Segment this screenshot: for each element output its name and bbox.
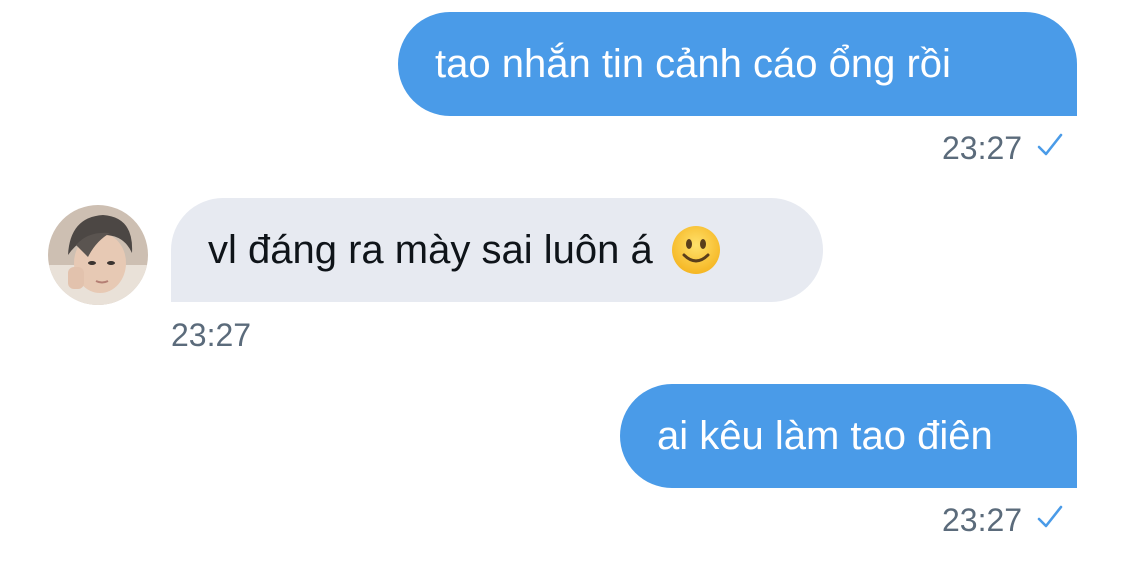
message-text: ai kêu làm tao điên (657, 414, 993, 458)
message-meta: 23:27 (942, 130, 1064, 167)
timestamp: 23:27 (171, 317, 252, 353)
avatar[interactable] (48, 205, 148, 305)
message-text: tao nhắn tin cảnh cáo ổng rồi (435, 42, 951, 86)
outgoing-message-bubble[interactable]: tao nhắn tin cảnh cáo ổng rồi (398, 12, 1077, 116)
chat-conversation: tao nhắn tin cảnh cáo ổng rồi 23:27 vl đ… (0, 0, 1125, 568)
slightly-smiling-face-icon (671, 225, 721, 275)
outgoing-message-bubble[interactable]: ai kêu làm tao điên (620, 384, 1077, 488)
message-meta: 23:27 (171, 317, 251, 354)
check-icon (1036, 504, 1064, 538)
check-icon (1036, 132, 1064, 166)
message-text: vl đáng ra mày sai luôn á (208, 228, 653, 272)
timestamp: 23:27 (942, 130, 1023, 166)
incoming-message-bubble[interactable]: vl đáng ra mày sai luôn á (171, 198, 823, 302)
timestamp: 23:27 (942, 502, 1023, 538)
message-meta: 23:27 (942, 502, 1064, 539)
